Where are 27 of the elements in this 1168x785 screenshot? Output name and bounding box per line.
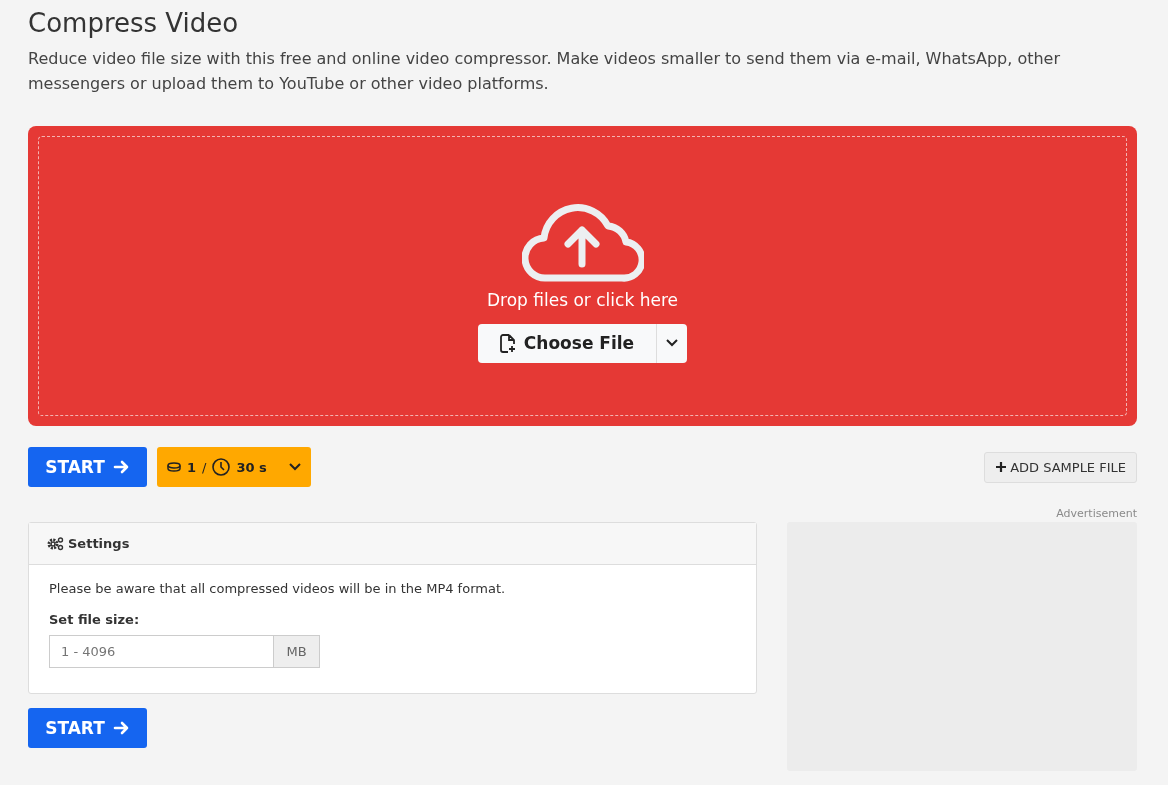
plus-icon — [995, 461, 1008, 473]
chevron-down-icon — [289, 463, 301, 471]
dropzone[interactable]: Drop files or click here Choose File — [28, 126, 1137, 426]
clock-icon — [212, 458, 231, 476]
page-description: Reduce video file size with this free and online video compressor. Make videos smaller to send them via e-mail, WhatsApp, other messengers or upload them to YouTube or other video platforms. — [28, 48, 1061, 95]
unit-addon: MB — [274, 635, 320, 668]
coin-icon — [167, 462, 181, 472]
start-button[interactable]: START — [28, 447, 147, 487]
page-title: Compress Video — [28, 8, 240, 38]
file-size-field[interactable]: 1 - 4096 — [49, 635, 274, 668]
credit-count: 1 — [187, 459, 197, 475]
time-cost: 30 s — [236, 459, 267, 475]
add-sample-file-button[interactable]: ADD SAMPLE FILE — [984, 451, 1137, 483]
credits-dropdown-button[interactable]: 1 / 30 s — [157, 447, 311, 487]
settings-title: Settings — [68, 536, 130, 551]
field-label: Set file size: — [49, 612, 141, 627]
arrow-right-icon — [112, 459, 130, 475]
start-button[interactable]: START — [28, 708, 147, 748]
arrow-right-icon — [112, 720, 130, 736]
gears-icon — [47, 536, 64, 551]
format-note: Please be aware that all compressed videos will be in the MP4 format. — [49, 581, 507, 596]
chevron-down-icon — [666, 339, 679, 347]
drop-prompt: Drop files or click here — [487, 289, 678, 310]
cloud-upload-icon — [521, 203, 644, 282]
ad-label: Advertisement — [1056, 507, 1137, 522]
separator: / — [202, 459, 207, 475]
file-plus-icon — [499, 333, 516, 353]
